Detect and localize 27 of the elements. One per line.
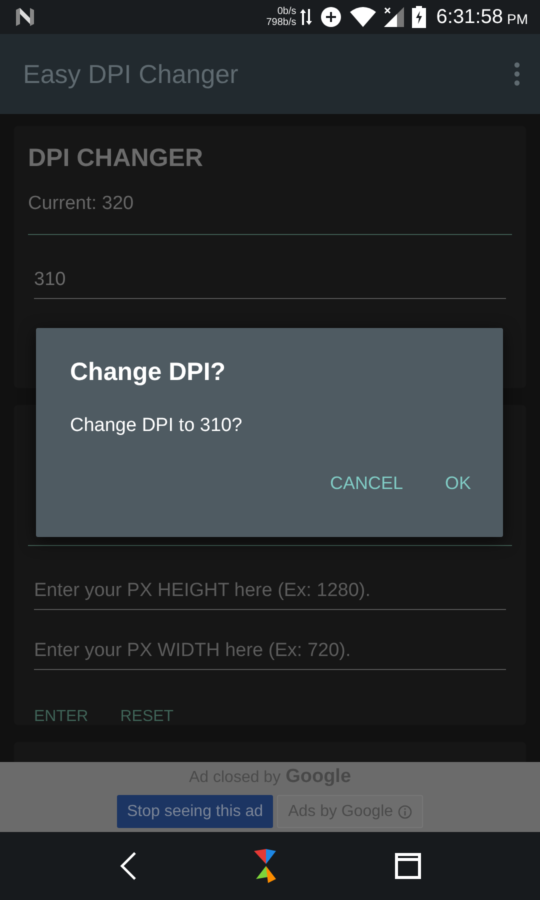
dialog-title: Change DPI? — [70, 358, 226, 387]
hourglass-icon[interactable] — [254, 849, 278, 883]
data-saver-icon — [320, 6, 342, 28]
overflow-menu-icon[interactable] — [514, 62, 520, 86]
enter-button[interactable]: ENTER — [28, 704, 94, 730]
dpi-input[interactable]: 310 — [34, 265, 506, 299]
clock-time: 6:31:58 — [436, 6, 503, 28]
back-icon[interactable] — [118, 851, 137, 881]
upload-speed: 0b/s — [277, 6, 296, 17]
wifi-icon — [350, 7, 376, 27]
stop-ad-button[interactable]: Stop seeing this ad — [116, 795, 274, 828]
info-icon — [398, 804, 412, 818]
ok-button[interactable]: OK — [436, 467, 479, 500]
clock-ampm: PM — [507, 11, 528, 27]
battery-charging-icon — [412, 6, 426, 28]
data-arrows-icon — [300, 8, 312, 26]
current-dpi: Current: 320 — [28, 193, 134, 215]
card-title: DPI CHANGER — [28, 144, 204, 173]
width-input[interactable]: Enter your PX WIDTH here (Ex: 720). — [34, 636, 506, 670]
signal-icon — [384, 7, 404, 27]
n-logo-icon — [14, 8, 36, 26]
reset-button[interactable]: RESET — [114, 704, 180, 730]
cancel-button[interactable]: CANCEL — [322, 467, 411, 500]
download-speed: 798b/s — [266, 17, 296, 28]
dialog-message: Change DPI to 310? — [70, 415, 242, 437]
height-input[interactable]: Enter your PX HEIGHT here (Ex: 1280). — [34, 576, 506, 610]
app-title: Easy DPI Changer — [23, 58, 240, 90]
